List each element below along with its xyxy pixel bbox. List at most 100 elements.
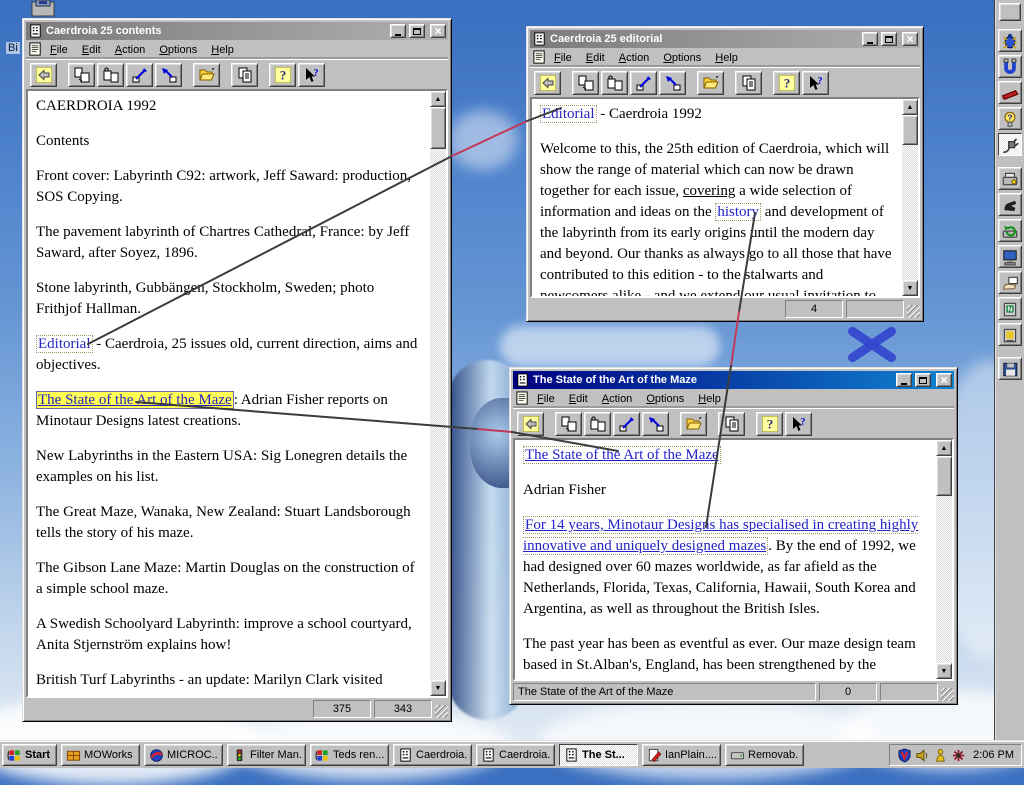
document-text[interactable]: CAERDROIA 1992 Contents Front cover: Labyr… <box>28 91 430 696</box>
task-button-caerdroia[interactable]: Caerdroia... <box>476 744 555 766</box>
paste-pages-button[interactable] <box>584 411 611 436</box>
menu-file[interactable]: File <box>43 42 75 58</box>
context-help-button[interactable]: ? <box>298 62 325 87</box>
green-book-button[interactable]: N <box>998 297 1022 320</box>
paste-pages-button[interactable] <box>601 70 628 95</box>
menu-help[interactable]: Help <box>204 42 241 58</box>
task-button-ianplain[interactable]: IanPlain.... <box>642 744 721 766</box>
flower-icon[interactable] <box>951 748 966 763</box>
menu-help[interactable]: Help <box>691 391 728 407</box>
speaker-icon[interactable] <box>915 748 930 763</box>
scroll-up-button[interactable] <box>936 440 952 456</box>
stapler-button[interactable] <box>998 81 1022 104</box>
hyperlink[interactable]: Editorial <box>36 335 93 353</box>
back-button[interactable] <box>30 62 57 87</box>
scroll-up-button[interactable] <box>430 91 446 107</box>
help-button[interactable]: ? <box>756 411 783 436</box>
hyperlink[interactable]: The State of the Art of the Maze <box>523 446 721 464</box>
help-button[interactable]: ? <box>773 70 800 95</box>
scrollbar-track[interactable] <box>902 115 918 280</box>
resize-grip[interactable] <box>435 705 448 718</box>
help-button[interactable]: ? <box>269 62 296 87</box>
vertical-scrollbar[interactable] <box>936 440 952 679</box>
scrollbar-track[interactable] <box>936 456 952 663</box>
resize-grip[interactable] <box>941 688 954 701</box>
scroll-up-button[interactable] <box>902 99 918 115</box>
task-button-caerdroia[interactable]: Caerdroia... <box>393 744 472 766</box>
copy-button[interactable] <box>718 411 745 436</box>
hyperlink[interactable]: Editorial <box>540 105 597 123</box>
scrollbar-thumb[interactable] <box>902 115 918 145</box>
hyperlink[interactable]: covering <box>683 183 735 199</box>
menu-options[interactable]: Options <box>656 50 708 66</box>
desktop-icon-label[interactable]: Bi <box>6 42 20 54</box>
yellow-book-button[interactable] <box>998 323 1022 346</box>
shield-icon[interactable] <box>897 747 912 763</box>
disk-sync-button[interactable] <box>998 219 1022 242</box>
bulb-help-button[interactable]: ? <box>998 107 1022 130</box>
menu-edit[interactable]: Edit <box>562 391 595 407</box>
link-out-button[interactable] <box>126 62 153 87</box>
menu-edit[interactable]: Edit <box>579 50 612 66</box>
hyperlink[interactable]: history <box>715 203 762 221</box>
context-help-button[interactable]: ? <box>785 411 812 436</box>
titlebar[interactable]: Caerdroia 25 contents <box>26 22 448 40</box>
menu-action[interactable]: Action <box>108 42 153 58</box>
scroll-down-button[interactable] <box>936 663 952 679</box>
menu-file[interactable]: File <box>547 50 579 66</box>
link-out-button[interactable] <box>613 411 640 436</box>
close-button[interactable] <box>430 24 446 38</box>
black-hand-button[interactable] <box>998 193 1022 216</box>
back-button[interactable] <box>517 411 544 436</box>
scrollbar-track[interactable] <box>430 107 446 680</box>
task-button-teds-ren[interactable]: Teds ren... <box>310 744 389 766</box>
titlebar[interactable]: Caerdroia 25 editorial <box>530 30 920 48</box>
document-text[interactable]: The State of the Art of the Maze Adrian F… <box>515 440 936 679</box>
close-button[interactable] <box>902 32 918 46</box>
start-button[interactable]: Start <box>2 744 57 766</box>
copy-button[interactable] <box>231 62 258 87</box>
maximize-button[interactable] <box>881 32 897 46</box>
scroll-down-button[interactable] <box>902 280 918 296</box>
menu-file[interactable]: File <box>530 391 562 407</box>
copy-button[interactable] <box>735 70 762 95</box>
back-button[interactable] <box>534 70 561 95</box>
person-icon[interactable] <box>933 748 948 763</box>
menu-action[interactable]: Action <box>595 391 640 407</box>
hyperlink[interactable]: The State of the Art of the Maze <box>36 391 234 409</box>
task-button-filter-man[interactable]: Filter Man... <box>227 744 306 766</box>
maximize-button[interactable] <box>409 24 425 38</box>
minimize-button[interactable] <box>862 32 878 46</box>
link-in-button[interactable] <box>642 411 669 436</box>
plug-button[interactable] <box>998 133 1022 156</box>
close-button[interactable] <box>936 373 952 387</box>
hand-card-button[interactable] <box>998 271 1022 294</box>
context-help-button[interactable]: ? <box>802 70 829 95</box>
document-text[interactable]: Editorial - Caerdroia 1992 Welcome to thi… <box>532 99 902 296</box>
task-button-the-st[interactable]: The St... <box>559 744 638 766</box>
link-in-button[interactable] <box>155 62 182 87</box>
link-out-button[interactable] <box>630 70 657 95</box>
task-button-removab[interactable]: Removab... <box>725 744 804 766</box>
scrollbar-thumb[interactable] <box>430 107 446 149</box>
magnet-button[interactable] <box>998 55 1022 78</box>
print-disk-button[interactable] <box>998 167 1022 190</box>
menu-options[interactable]: Options <box>152 42 204 58</box>
task-button-moworks[interactable]: MOWorks <box>61 744 140 766</box>
open-folder-button[interactable] <box>193 62 220 87</box>
minimize-button[interactable] <box>390 24 406 38</box>
menu-edit[interactable]: Edit <box>75 42 108 58</box>
minimize-button[interactable] <box>896 373 912 387</box>
bug-button[interactable] <box>998 29 1022 52</box>
copy-pages-button[interactable] <box>572 70 599 95</box>
menu-action[interactable]: Action <box>612 50 657 66</box>
copy-pages-button[interactable] <box>555 411 582 436</box>
floppy-button[interactable] <box>998 357 1022 380</box>
scrollbar-thumb[interactable] <box>936 456 952 496</box>
scroll-down-button[interactable] <box>430 680 446 696</box>
open-folder-button[interactable] <box>680 411 707 436</box>
monitor-button[interactable] <box>998 245 1022 268</box>
vertical-scrollbar[interactable] <box>430 91 446 696</box>
copy-pages-button[interactable] <box>68 62 95 87</box>
link-in-button[interactable] <box>659 70 686 95</box>
